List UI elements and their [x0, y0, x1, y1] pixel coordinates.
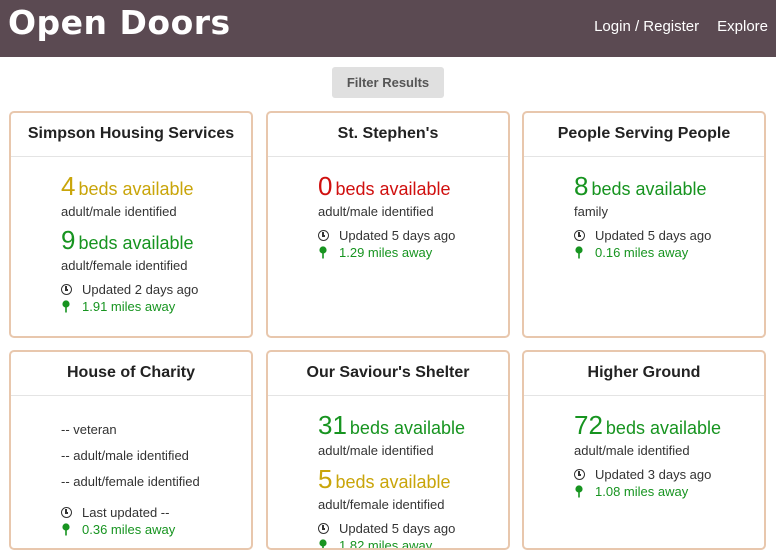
shelter-name: Simpson Housing Services [11, 113, 251, 157]
bed-availability: 8beds available family [574, 173, 764, 219]
shelter-card-body: 4beds available adult/male identified 9b… [11, 157, 251, 315]
bed-label: beds available [335, 472, 450, 492]
filter-results-button[interactable]: Filter Results [332, 67, 444, 98]
bed-group: adult/male identified [61, 204, 251, 219]
unknown-group: -- adult/male identified [61, 448, 251, 474]
distance-text: 1.91 miles away [82, 299, 175, 314]
shelter-card-body: -- veteran -- adult/male identified -- a… [11, 396, 251, 538]
shelter-card[interactable]: Simpson Housing Services 4beds available… [9, 111, 253, 338]
bed-group: family [574, 204, 764, 219]
bed-label: beds available [78, 179, 193, 199]
bed-count: 8 [574, 171, 588, 201]
clock-icon [61, 284, 72, 295]
shelter-name: People Serving People [524, 113, 764, 157]
updated-text: Last updated -- [82, 505, 169, 520]
map-pin-icon [61, 523, 71, 536]
unknown-group: -- veteran [61, 422, 251, 448]
updated-text: Updated 3 days ago [595, 467, 711, 482]
explore-link[interactable]: Explore [717, 18, 768, 35]
map-pin-icon [318, 246, 328, 259]
nav-links: Login / Register Explore [594, 18, 768, 35]
shelter-card[interactable]: Our Saviour's Shelter 31beds available a… [266, 350, 510, 550]
distance-text: 1.29 miles away [339, 245, 432, 260]
bed-group: adult/female identified [318, 497, 508, 512]
shelter-card[interactable]: People Serving People 8beds available fa… [522, 111, 766, 338]
shelter-name: House of Charity [11, 352, 251, 396]
filter-bar: Filter Results [0, 67, 776, 98]
distance-text: 1.82 miles away [339, 538, 432, 550]
login-register-link[interactable]: Login / Register [594, 18, 699, 35]
shelter-card-body: 8beds available family Updated 5 days ag… [524, 157, 764, 261]
shelter-card-body: 72beds available adult/male identified U… [524, 396, 764, 500]
clock-icon [574, 469, 585, 480]
shelter-name: St. Stephen's [268, 113, 508, 157]
clock-icon [318, 523, 329, 534]
distance-text: 0.36 miles away [82, 522, 175, 537]
updated-text: Updated 5 days ago [339, 228, 455, 243]
brand-logo[interactable]: Open Doors [8, 3, 231, 42]
distance-text: 1.08 miles away [595, 484, 688, 499]
clock-icon [318, 230, 329, 241]
map-pin-icon [574, 485, 584, 498]
bed-availability: 72beds available adult/male identified [574, 412, 764, 458]
shelter-card-body: 0beds available adult/male identified Up… [268, 157, 508, 261]
bed-count: 0 [318, 171, 332, 201]
shelter-card[interactable]: Higher Ground 72beds available adult/mal… [522, 350, 766, 550]
map-pin-icon [61, 300, 71, 313]
bed-availability: 4beds available adult/male identified [61, 173, 251, 219]
top-navbar: Open Doors Login / Register Explore [0, 0, 776, 57]
bed-availability: 0beds available adult/male identified [318, 173, 508, 219]
shelter-name: Higher Ground [524, 352, 764, 396]
shelter-card[interactable]: House of Charity -- veteran -- adult/mal… [9, 350, 253, 550]
distance-text: 0.16 miles away [595, 245, 688, 260]
map-pin-icon [574, 246, 584, 259]
clock-icon [61, 507, 72, 518]
unknown-group: -- adult/female identified [61, 474, 251, 500]
bed-label: beds available [78, 233, 193, 253]
updated-text: Updated 5 days ago [595, 228, 711, 243]
shelter-card[interactable]: St. Stephen's 0beds available adult/male… [266, 111, 510, 338]
bed-label: beds available [591, 179, 706, 199]
bed-label: beds available [350, 418, 465, 438]
clock-icon [574, 230, 585, 241]
updated-text: Updated 5 days ago [339, 521, 455, 536]
bed-group: adult/female identified [61, 258, 251, 273]
bed-group: adult/male identified [318, 204, 508, 219]
bed-count: 31 [318, 410, 347, 440]
bed-count: 4 [61, 171, 75, 201]
bed-group: adult/male identified [574, 443, 764, 458]
bed-label: beds available [606, 418, 721, 438]
bed-label: beds available [335, 179, 450, 199]
shelter-name: Our Saviour's Shelter [268, 352, 508, 396]
bed-count: 72 [574, 410, 603, 440]
bed-availability: 31beds available adult/male identified [318, 412, 508, 458]
bed-availability: 9beds available adult/female identified [61, 227, 251, 273]
bed-availability: 5beds available adult/female identified [318, 466, 508, 512]
updated-text: Updated 2 days ago [82, 282, 198, 297]
shelter-card-body: 31beds available adult/male identified 5… [268, 396, 508, 550]
bed-count: 9 [61, 225, 75, 255]
bed-count: 5 [318, 464, 332, 494]
bed-group: adult/male identified [318, 443, 508, 458]
